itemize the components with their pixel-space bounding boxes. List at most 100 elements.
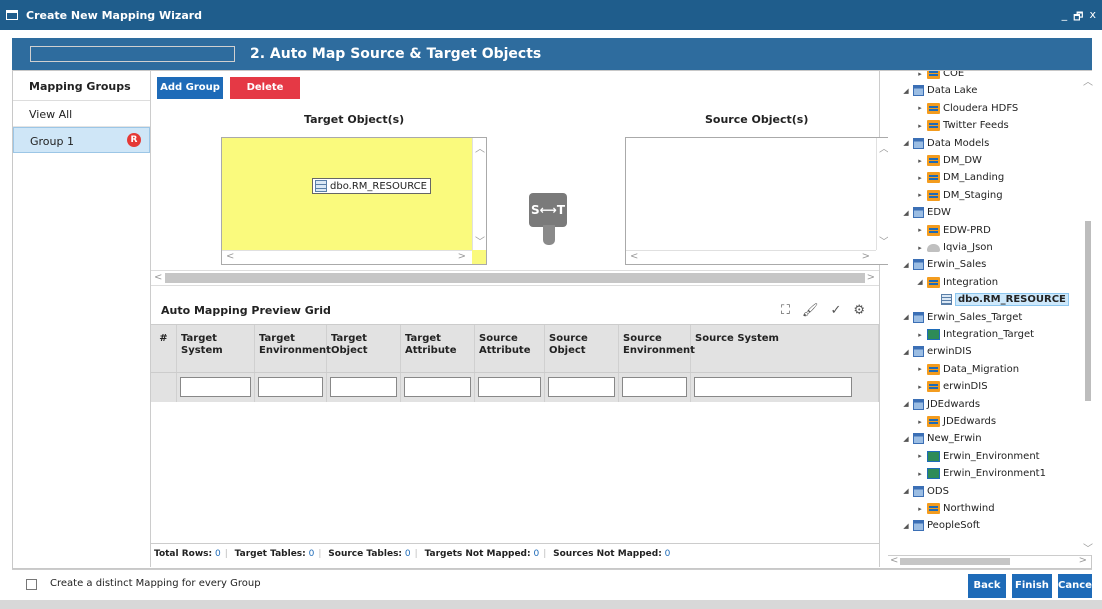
group-item-view-all[interactable]: View All — [13, 101, 150, 127]
add-group-button[interactable]: Add Group — [157, 77, 223, 99]
collapse-arrow-icon[interactable]: ◢ — [902, 487, 910, 495]
collapse-arrow-icon[interactable]: ◢ — [902, 313, 910, 321]
tree-node[interactable]: ◢ EDW — [902, 204, 951, 221]
close-icon[interactable]: x — [1089, 8, 1096, 27]
collapse-arrow-icon[interactable]: ◢ — [902, 87, 910, 95]
tree-node[interactable]: ▸ DM_Staging — [916, 187, 1003, 204]
expand-arrow-icon[interactable]: ▸ — [916, 244, 924, 252]
collapse-arrow-icon[interactable]: ◢ — [902, 435, 910, 443]
target-objects-listbox[interactable]: dbo.RM_RESOURCE ︿ ﹀ < > — [221, 137, 487, 265]
expand-arrow-icon[interactable]: ▸ — [916, 174, 924, 182]
minimize-icon[interactable]: _ — [1062, 8, 1068, 27]
tree-node[interactable]: ▸ Cloudera HDFS — [916, 100, 1018, 117]
brush-clear-icon[interactable]: 🖌 — [802, 303, 819, 318]
tree-node[interactable]: ▸ erwinDIS — [916, 378, 988, 395]
expand-arrow-icon[interactable]: ▸ — [916, 470, 924, 478]
collapse-arrow-icon[interactable]: ◢ — [902, 209, 910, 217]
tree-node[interactable]: ▸ Erwin_Environment1 — [916, 465, 1046, 482]
source-objects-listbox[interactable]: ︿ ﹀ < > — [625, 137, 891, 265]
column-header[interactable]: Source Environment — [619, 325, 695, 372]
tree-node[interactable]: ▸ COE — [916, 71, 964, 82]
tree-node[interactable]: ◢ Data Models — [902, 135, 989, 152]
tree-node[interactable]: ▸ DM_Landing — [916, 169, 1004, 186]
delete-group-button[interactable]: Delete Group — [230, 77, 300, 115]
expand-arrow-icon[interactable]: ▸ — [916, 157, 924, 165]
expand-arrow-icon[interactable]: ▸ — [916, 331, 924, 339]
collapse-arrow-icon[interactable]: ◢ — [902, 261, 910, 269]
tree-node[interactable]: dbo.RM_RESOURCE — [930, 291, 1069, 308]
tree-node-label: JDEdwards — [927, 398, 981, 410]
tree-node[interactable]: ◢ New_Erwin — [902, 430, 982, 447]
tree-node[interactable]: ▸ Twitter Feeds — [916, 117, 1009, 134]
column-header[interactable]: Source Attribute — [475, 325, 545, 372]
column-header[interactable]: # — [151, 325, 177, 372]
expand-arrow-icon[interactable]: ▸ — [916, 104, 924, 112]
swap-source-target-button[interactable]: S⟷T — [529, 193, 567, 227]
tree-node[interactable]: ◢ Integration — [916, 274, 998, 291]
collapse-arrow-icon[interactable]: ◢ — [902, 400, 910, 408]
collapse-arrow-icon[interactable]: ◢ — [902, 522, 910, 530]
remove-group-badge-icon[interactable]: R — [127, 133, 141, 147]
cancel-button[interactable]: Cancel — [1058, 574, 1095, 598]
tree-node[interactable]: ▸ Data_Migration — [916, 361, 1019, 378]
tree-node[interactable]: ◢ erwinDIS — [902, 343, 972, 360]
column-header[interactable]: Target Object — [327, 325, 401, 372]
expand-arrow-icon[interactable]: ▸ — [916, 122, 924, 130]
tree-node[interactable]: ▸ DM_DW — [916, 152, 982, 169]
scroll-thumb[interactable] — [165, 273, 865, 283]
tree-node[interactable]: ◢ ODS — [902, 483, 949, 500]
tree-node[interactable]: ▸ Northwind — [916, 500, 995, 517]
tree-node[interactable]: ▸ JDEdwards — [916, 413, 996, 430]
tree-node[interactable]: ◢ Data Lake — [902, 82, 977, 99]
column-header[interactable]: Source Object — [545, 325, 619, 372]
back-button[interactable]: Back — [968, 574, 1006, 598]
column-header[interactable]: Source System — [691, 325, 879, 372]
tree-hscroll[interactable]: < > — [888, 555, 1091, 567]
filter-target-environment-input[interactable] — [258, 377, 323, 397]
column-header[interactable]: Target Environment — [255, 325, 331, 372]
filter-source-attribute-input[interactable] — [478, 377, 541, 397]
target-object-item[interactable]: dbo.RM_RESOURCE — [312, 178, 431, 194]
source-list-hscroll[interactable]: < > — [626, 250, 876, 264]
restore-icon[interactable]: 🗗 — [1073, 8, 1083, 27]
filter-source-object-input[interactable] — [548, 377, 615, 397]
expand-arrow-icon[interactable]: ▸ — [916, 418, 924, 426]
collapse-arrow-icon[interactable]: ◢ — [902, 348, 910, 356]
tree-node[interactable]: ▸ Integration_Target — [916, 326, 1034, 343]
expand-arrow-icon[interactable]: ▸ — [916, 383, 924, 391]
filter-target-attribute-input[interactable] — [404, 377, 471, 397]
tree-node[interactable]: ◢ Erwin_Sales — [902, 256, 986, 273]
group-item-group-1[interactable]: Group 1 R — [13, 127, 150, 153]
user-map-icon[interactable]: ⚙ — [853, 303, 865, 318]
target-list-hscroll[interactable]: < > — [222, 250, 472, 264]
expand-arrow-icon[interactable]: ▸ — [916, 505, 924, 513]
column-header[interactable]: Target System — [177, 325, 255, 372]
scroll-thumb[interactable] — [900, 558, 1010, 565]
tree-vscroll[interactable]: ︿ ﹀ — [1083, 71, 1093, 555]
distinct-mapping-checkbox[interactable] — [26, 579, 37, 590]
finish-button[interactable]: Finish — [1012, 574, 1052, 598]
filter-source-system-input[interactable] — [694, 377, 852, 397]
collapse-arrow-icon[interactable]: ◢ — [916, 278, 924, 286]
tree-node[interactable]: ◢ JDEdwards — [902, 396, 980, 413]
tree-node[interactable]: ◢ Erwin_Sales_Target — [902, 309, 1022, 326]
auto-map-icon[interactable]: ✓ — [830, 303, 841, 318]
expand-arrow-icon[interactable]: ▸ — [916, 452, 924, 460]
tree-node[interactable]: ▸ Iqvia_Json — [916, 239, 993, 256]
scroll-thumb[interactable] — [1085, 221, 1091, 401]
tree-node[interactable]: ▸ Erwin_Environment — [916, 448, 1040, 465]
expand-arrow-icon[interactable]: ▸ — [916, 71, 924, 78]
filter-source-environment-input[interactable] — [622, 377, 687, 397]
tree-node[interactable]: ▸ EDW-PRD — [916, 222, 991, 239]
column-header[interactable]: Target Attribute — [401, 325, 475, 372]
expand-arrow-icon[interactable]: ▸ — [916, 365, 924, 373]
mapping-area-hscroll[interactable]: < > — [151, 270, 879, 286]
expand-arrow-icon[interactable]: ▸ — [916, 191, 924, 199]
filter-target-object-input[interactable] — [330, 377, 397, 397]
target-list-vscroll[interactable]: ︿ ﹀ — [472, 138, 486, 250]
tree-node[interactable]: ◢ PeopleSoft — [902, 517, 980, 534]
collapse-arrow-icon[interactable]: ◢ — [902, 139, 910, 147]
filter-target-system-input[interactable] — [180, 377, 251, 397]
expand-arrow-icon[interactable]: ▸ — [916, 226, 924, 234]
expand-icon[interactable]: ⛶ — [781, 303, 790, 318]
